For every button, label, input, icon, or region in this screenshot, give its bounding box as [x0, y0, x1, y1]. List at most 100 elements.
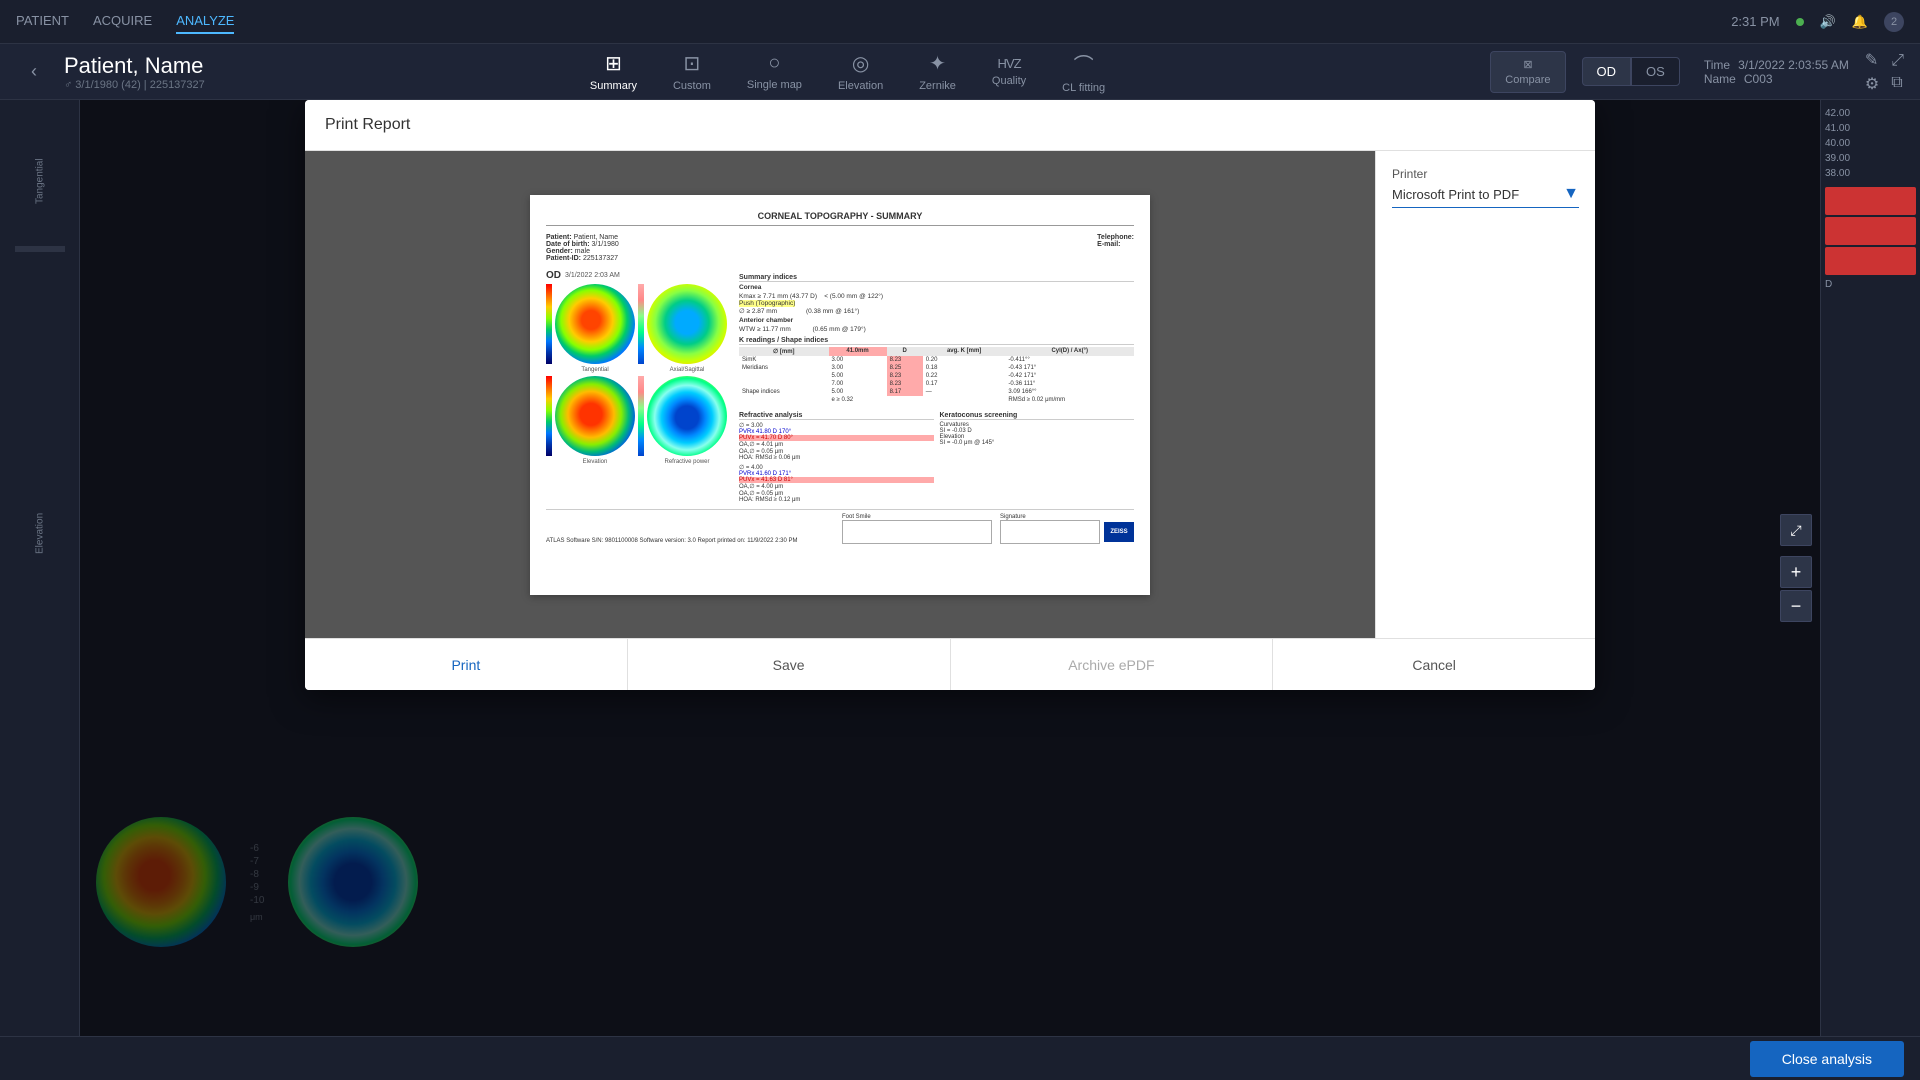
colorbar-2 [638, 284, 644, 364]
archive-epdf-button[interactable]: Archive ePDF [951, 639, 1274, 690]
toolbar-elevation[interactable]: ◎ Elevation [822, 47, 899, 96]
toolbar-single-map[interactable]: ○ Single map [731, 48, 818, 95]
d-unit: D [1821, 275, 1920, 294]
zeiss-logo: ZEISS [1104, 522, 1134, 542]
modal-header: Print Report [305, 100, 1595, 151]
report-data-tables: Summary indices Cornea Kmax ≥ 7.71 mm (4… [731, 270, 1134, 503]
bottom-bar: Close analysis [0, 1036, 1920, 1080]
refractive-analysis-section: Refractive analysis ∅ = 3.00 PVRx 41.80 … [739, 408, 934, 503]
close-analysis-button[interactable]: Close analysis [1750, 1041, 1904, 1077]
save-button[interactable]: Save [628, 639, 951, 690]
modal-footer: Print Save Archive ePDF Cancel [305, 638, 1595, 690]
scan-info: Time 3/1/2022 2:03:55 AM Name C003 [1704, 58, 1849, 86]
od-datetime: 3/1/2022 2:03 AM [565, 272, 620, 279]
report-od-section: OD 3/1/2022 2:03 AM [546, 270, 1134, 503]
nav-items: PATIENT ACQUIRE ANALYZE [16, 9, 234, 34]
cl-fitting-icon: ⌒ [1074, 49, 1094, 78]
printer-select[interactable]: Microsoft Print to PDF ▼ [1392, 185, 1579, 208]
custom-label: Custom [673, 80, 711, 92]
toolbar-summary[interactable]: ⊞ Summary [574, 47, 653, 96]
tangential-label: Tangential [15, 124, 65, 204]
printer-label: Printer [1392, 167, 1579, 181]
modal-overlay: Print Report CORNEAL TOPOGRAPHY - SUMMAR… [80, 100, 1820, 1036]
content-area: -6-7-8-9-10 μm Print Report [80, 100, 1820, 1036]
nav-acquire[interactable]: ACQUIRE [93, 9, 152, 34]
right-scale: 42.00 41.00 40.00 39.00 38.00 [1821, 100, 1920, 187]
nav-patient[interactable]: PATIENT [16, 9, 69, 34]
software-info: ATLAS Software S/N: 9801100008 Software … [546, 538, 797, 544]
edit-icon[interactable]: ✎ [1865, 50, 1879, 70]
split-view-icon[interactable]: ⧉ [1891, 74, 1904, 92]
axial-map-label: Axial/Sagittal [647, 367, 727, 373]
main-toolbar: ‹ Patient, Name ♂ 3/1/1980 (42) | 225137… [0, 44, 1920, 100]
right-side-panel: 42.00 41.00 40.00 39.00 38.00 D [1820, 100, 1920, 1036]
k-readings-table: ∅ [mm]41.0mmDavg. K [mm]Cyl(D) / Ax(°) S… [739, 347, 1134, 404]
tangential-map-preview [555, 284, 635, 364]
single-map-label: Single map [747, 79, 802, 91]
report-page: CORNEAL TOPOGRAPHY - SUMMARY Patient: Pa… [530, 195, 1150, 595]
printer-dropdown-arrow: ▼ [1563, 185, 1579, 203]
od-label: OD [546, 270, 561, 281]
main-area: Tangential Elevation -6-7-8-9-10 μm [0, 100, 1920, 1036]
scale-39: 39.00 [1825, 153, 1916, 164]
scale-42: 42.00 [1825, 108, 1916, 119]
bell-icon: 🔔 [1852, 14, 1868, 30]
toolbar-quality[interactable]: HVZ Quality [976, 52, 1042, 91]
patient-sub: ♂ 3/1/1980 (42) | 225137327 [64, 79, 205, 91]
compare-icon: ⊠ [1523, 58, 1532, 71]
toolbar-custom[interactable]: ⊡ Custom [657, 47, 727, 96]
refractive-map-label: Refractive power [647, 459, 727, 465]
summary-label: Summary [590, 80, 637, 92]
axial-map-preview [647, 284, 727, 364]
printer-settings-panel: Printer Microsoft Print to PDF ▼ [1375, 151, 1595, 638]
scale-41: 41.00 [1825, 123, 1916, 134]
elevation-label: Elevation [838, 80, 883, 92]
od-os-toggle: OD OS [1582, 57, 1680, 86]
od-button[interactable]: OD [1582, 57, 1632, 86]
toolbar-zernike[interactable]: ✦ Zernike [903, 47, 972, 96]
k-readings-title: K readings / Shape indices [739, 337, 1134, 345]
colorbar-4 [638, 376, 644, 456]
elevation-label: Elevation [15, 474, 65, 554]
toolbar-cl-fitting[interactable]: ⌒ CL fitting [1046, 45, 1121, 98]
red-bars [1821, 187, 1920, 275]
signature-box [1000, 520, 1100, 544]
expand-window-icon[interactable]: ⤢ [1891, 52, 1904, 70]
compare-button[interactable]: ⊠ Compare [1490, 51, 1565, 93]
back-button[interactable]: ‹ [16, 54, 52, 90]
compare-label: Compare [1505, 74, 1550, 86]
single-map-icon: ○ [768, 52, 780, 75]
time-value: 3/1/2022 2:03:55 AM [1738, 58, 1849, 72]
summary-icon: ⊞ [605, 51, 622, 76]
settings-icon[interactable]: ⚙ [1865, 74, 1879, 94]
top-navigation: PATIENT ACQUIRE ANALYZE 2:31 PM 🔊 🔔 2 [0, 0, 1920, 44]
name-label: Name [1704, 72, 1736, 86]
report-preview-area: CORNEAL TOPOGRAPHY - SUMMARY Patient: Pa… [305, 151, 1375, 638]
os-button[interactable]: OS [1631, 57, 1680, 86]
tangential-map-label: Tangential [555, 367, 635, 373]
report-main-title: CORNEAL TOPOGRAPHY - SUMMARY [546, 211, 1134, 226]
modal-title: Print Report [325, 116, 410, 134]
current-time: 2:31 PM [1731, 14, 1779, 29]
print-report-modal: Print Report CORNEAL TOPOGRAPHY - SUMMAR… [305, 100, 1595, 690]
scale-38: 38.00 [1825, 168, 1916, 179]
report-signature: Foot Smile Signature ZEISS [842, 514, 1134, 544]
printer-name: Microsoft Print to PDF [1392, 187, 1519, 202]
cancel-button[interactable]: Cancel [1273, 639, 1595, 690]
patient-name: Patient, Name [64, 53, 205, 79]
name-value: C003 [1744, 72, 1773, 86]
foot-smile-box [842, 520, 992, 544]
modal-body: CORNEAL TOPOGRAPHY - SUMMARY Patient: Pa… [305, 151, 1595, 638]
colorbar-3 [546, 376, 552, 456]
time-label: Time [1704, 58, 1730, 72]
print-button[interactable]: Print [305, 639, 628, 690]
status-indicator [1796, 18, 1804, 26]
left-sidebar: Tangential Elevation [0, 100, 80, 1036]
keratoconus-section: Keratoconus screening Curvatures SI = -0… [940, 408, 1135, 503]
elevation-map-label: Elevation [555, 459, 635, 465]
colorbar-1 [546, 284, 552, 364]
version-badge: 2 [1884, 12, 1904, 32]
report-map-grid: Tangential Axial/Sagittal [546, 284, 727, 465]
report-footer: ATLAS Software S/N: 9801100008 Software … [546, 509, 1134, 544]
nav-analyze[interactable]: ANALYZE [176, 9, 234, 34]
